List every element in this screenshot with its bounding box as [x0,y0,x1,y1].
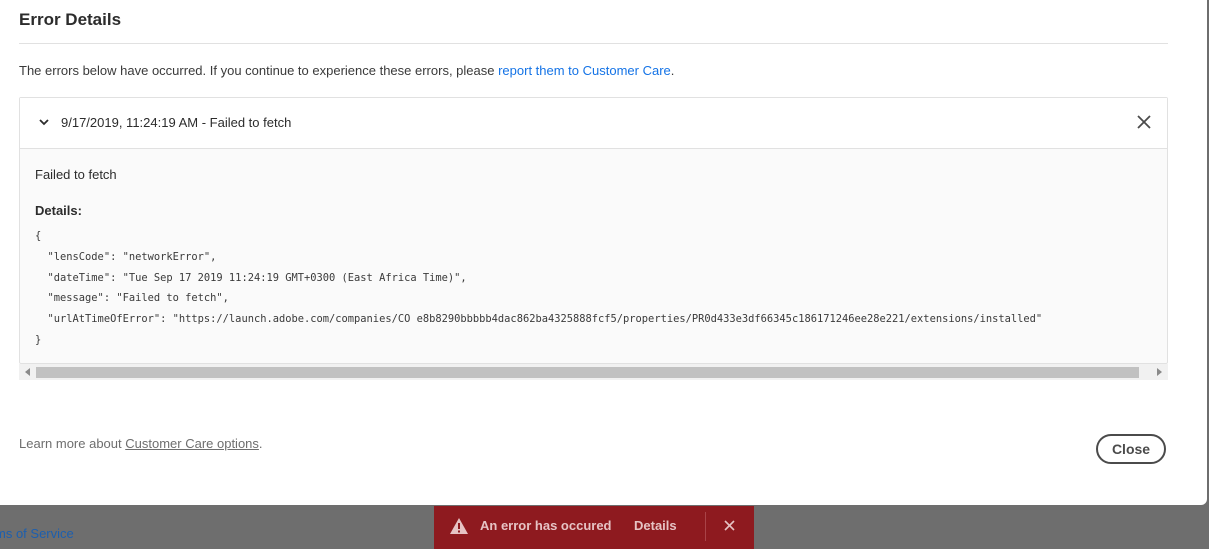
error-message: Failed to fetch [35,167,117,182]
dismiss-error-icon[interactable] [1136,114,1152,130]
toast-details-button[interactable]: Details [634,518,677,533]
horizontal-scrollbar[interactable] [19,364,1168,380]
terms-of-service-link[interactable]: ms of Service [0,526,74,541]
customer-care-options-link[interactable]: Customer Care options [125,436,259,451]
footer-text-end: . [258,436,263,451]
close-button[interactable]: Close [1096,434,1166,464]
intro-text-end: . [670,63,675,78]
toast-divider [705,512,706,541]
error-item: 9/17/2019, 11:24:19 AM - Failed to fetch… [19,97,1168,364]
dialog-title: Error Details [19,10,122,29]
scroll-left-icon[interactable] [25,368,30,376]
scrollbar-thumb[interactable] [36,367,1139,378]
error-item-title: 9/17/2019, 11:24:19 AM - Failed to fetch [61,115,292,130]
error-details-json: { "lensCode": "networkError", "dateTime"… [35,230,1043,346]
intro-text-body: The errors below have occurred. If you c… [19,63,499,78]
footer-text: Learn more about Customer Care options. [19,436,263,451]
error-item-header[interactable]: 9/17/2019, 11:24:19 AM - Failed to fetch [20,98,1167,149]
close-icon[interactable] [724,520,735,531]
footer-text-body: Learn more about [19,436,126,451]
scroll-right-icon[interactable] [1157,368,1162,376]
chevron-down-icon[interactable] [37,115,51,129]
report-customer-care-link[interactable]: report them to Customer Care [498,63,671,78]
details-label: Details: [35,203,82,218]
error-toast: An error has occured Details [434,506,754,549]
alert-icon [450,518,468,534]
toast-message: An error has occured [480,518,612,533]
intro-text: The errors below have occurred. If you c… [19,63,674,78]
title-divider [19,43,1168,44]
error-details-dialog: Error Details The errors below have occu… [0,0,1207,505]
